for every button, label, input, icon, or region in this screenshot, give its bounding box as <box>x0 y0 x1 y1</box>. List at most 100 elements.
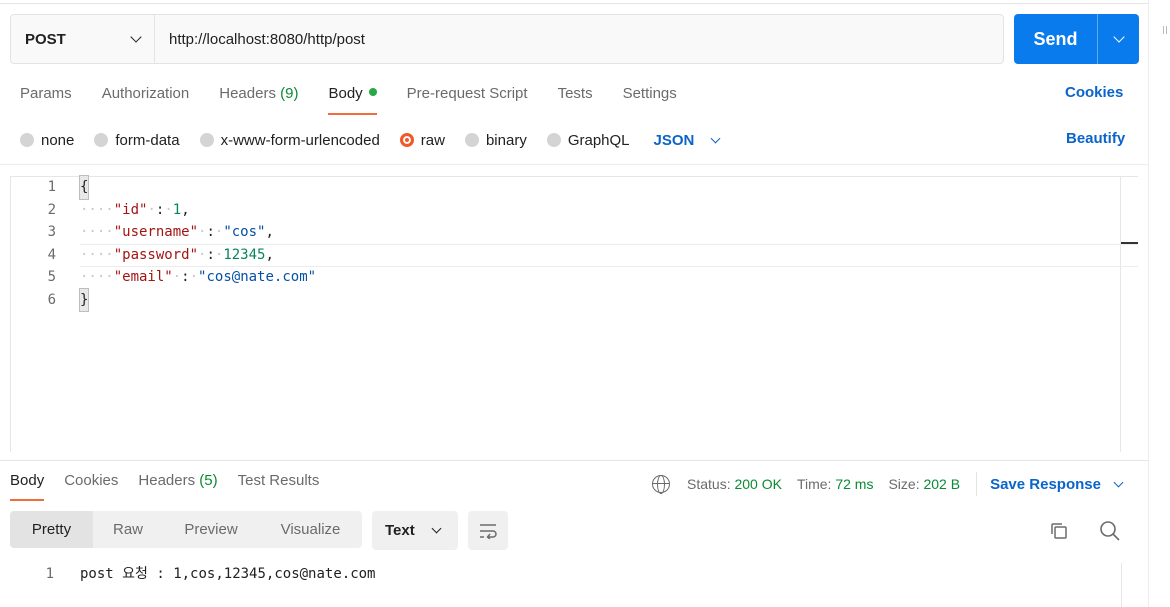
tab-body[interactable]: Body <box>328 84 377 115</box>
radio-form-data[interactable]: form-data <box>94 131 180 149</box>
radio-raw[interactable]: raw <box>399 131 445 149</box>
chevron-down-icon <box>130 31 142 43</box>
view-visualize[interactable]: Visualize <box>259 511 362 548</box>
tab-response-body[interactable]: Body <box>10 472 45 501</box>
radio-icon <box>546 133 561 147</box>
view-pretty[interactable]: Pretty <box>10 511 93 548</box>
tab-headers[interactable]: Headers (9) <box>219 84 298 114</box>
size-label: Size: <box>888 476 920 492</box>
send-button[interactable]: Send <box>1014 14 1098 64</box>
tab-label: Cookies <box>64 472 119 489</box>
view-preview[interactable]: Preview <box>163 511 259 548</box>
tab-label: Test Results <box>237 472 320 489</box>
radio-icon <box>20 133 34 147</box>
panel-grip-icon[interactable] <box>1163 26 1167 34</box>
json-key: "id" <box>113 201 148 218</box>
section-divider <box>0 164 1148 165</box>
json-value: "cos@nate.com" <box>198 269 317 285</box>
line-number: 2 <box>47 201 56 218</box>
chevron-down-icon <box>710 133 721 143</box>
line-number: 5 <box>47 269 56 285</box>
response-scrollbar[interactable] <box>1121 563 1138 607</box>
time-label: Time: <box>796 476 832 492</box>
wrap-lines-button[interactable] <box>468 511 508 550</box>
status-label: Status: <box>687 476 731 492</box>
tab-label: Tests <box>557 85 593 102</box>
tab-authorization[interactable]: Authorization <box>102 84 190 114</box>
status-info[interactable]: Status: 200 OK <box>687 476 782 492</box>
radio-label: raw <box>420 131 445 149</box>
copy-icon[interactable] <box>1049 521 1069 541</box>
status-value: 200 OK <box>734 476 782 492</box>
response-divider[interactable] <box>0 460 1148 461</box>
radio-icon <box>94 133 109 147</box>
radio-label: none <box>41 131 75 149</box>
radio-icon <box>464 133 479 147</box>
radio-label: GraphQL <box>567 131 630 149</box>
code-text: { <box>78 175 90 200</box>
code-lines: 1 { 2 ···· "id" ·: · 1, 3 ···· "username" ·: · "cos… <box>30 175 317 312</box>
radio-none[interactable]: none <box>20 132 74 149</box>
tab-tests[interactable]: Tests <box>558 84 593 114</box>
send-options-button[interactable] <box>1098 14 1139 64</box>
cookies-link[interactable]: Cookies <box>1065 84 1123 101</box>
method-label: POST <box>25 30 66 48</box>
code-line: 4 ···· "password" ·: · 12345, <box>30 244 316 267</box>
radio-selected-icon <box>399 133 414 147</box>
code-line: 6} <box>30 287 316 312</box>
code-text: } <box>78 287 90 312</box>
format-select[interactable]: JSON <box>653 131 721 149</box>
request-tabs: Params Authorization Headers (9) Body Pr… <box>20 84 707 115</box>
radio-binary[interactable]: binary <box>464 132 527 149</box>
wrap-lines-icon <box>480 523 497 539</box>
json-key: "username" <box>113 224 199 240</box>
size-info[interactable]: Size: 202 B <box>888 476 960 492</box>
view-raw[interactable]: Raw <box>93 511 163 548</box>
line-number: 4 <box>47 246 56 263</box>
tab-pre-request-script[interactable]: Pre-request Script <box>407 84 528 114</box>
tab-params[interactable]: Params <box>20 84 72 114</box>
url-input[interactable]: http://localhost:8080/http/post <box>155 15 1003 63</box>
time-value: 72 ms <box>835 476 874 492</box>
tab-response-headers[interactable]: Headers (5) <box>138 472 217 497</box>
size-value: 202 B <box>923 476 961 492</box>
tab-label: Body <box>10 472 45 489</box>
scroll-position-marker <box>1121 242 1138 244</box>
globe-icon[interactable] <box>652 475 670 494</box>
code-line: 2 ···· "id" ·: · 1, <box>30 199 316 222</box>
beautify-button[interactable]: Beautify <box>1066 130 1125 147</box>
code-line: 3 ···· "username" ·: · "cos", <box>30 221 316 244</box>
request-url-bar: POST http://localhost:8080/http/post <box>10 14 1004 64</box>
response-view-selector: Pretty Raw Preview Visualize <box>10 511 362 548</box>
response-format-select[interactable]: Text <box>372 511 458 550</box>
separator <box>976 472 978 496</box>
tab-test-results[interactable]: Test Results <box>238 472 320 497</box>
send-button-group: Send <box>1014 14 1139 64</box>
time-info[interactable]: Time: 72 ms <box>797 476 874 492</box>
line-number: 3 <box>47 224 56 240</box>
body-indicator-dot <box>368 88 377 96</box>
tab-settings[interactable]: Settings <box>623 84 677 114</box>
radio-x-www-form-urlencoded[interactable]: x-www-form-urlencoded <box>199 132 380 149</box>
tab-response-cookies[interactable]: Cookies <box>64 472 118 497</box>
tab-label: Params <box>20 85 72 102</box>
json-key: "email" <box>113 269 173 285</box>
chevron-down-icon <box>431 523 442 534</box>
response-status-area: Status: 200 OK Time: 72 ms Size: 202 B S… <box>652 472 1124 496</box>
top-divider <box>0 0 1148 4</box>
line-number: 1 <box>47 179 56 195</box>
radio-icon <box>199 133 214 147</box>
format-label: JSON <box>653 131 695 149</box>
radio-label: form-data <box>115 131 180 149</box>
radio-graphql[interactable]: GraphQL <box>546 131 630 149</box>
response-body-text: post 요청 : 1,cos,12345,cos@nate.com <box>80 566 376 582</box>
search-icon[interactable] <box>1099 520 1121 542</box>
side-panel-border <box>1148 0 1149 607</box>
save-response-button[interactable]: Save Response <box>990 476 1124 493</box>
method-select[interactable]: POST <box>11 15 155 63</box>
body-type-selector: none form-data x-www-form-urlencoded raw… <box>20 130 721 150</box>
editor-scrollbar[interactable] <box>1120 177 1138 452</box>
response-format-label: Text <box>385 522 415 539</box>
tab-label: Headers <box>138 472 196 489</box>
response-body-line: 1 post 요청 : 1,cos,12345,cos@nate.com <box>30 563 376 585</box>
